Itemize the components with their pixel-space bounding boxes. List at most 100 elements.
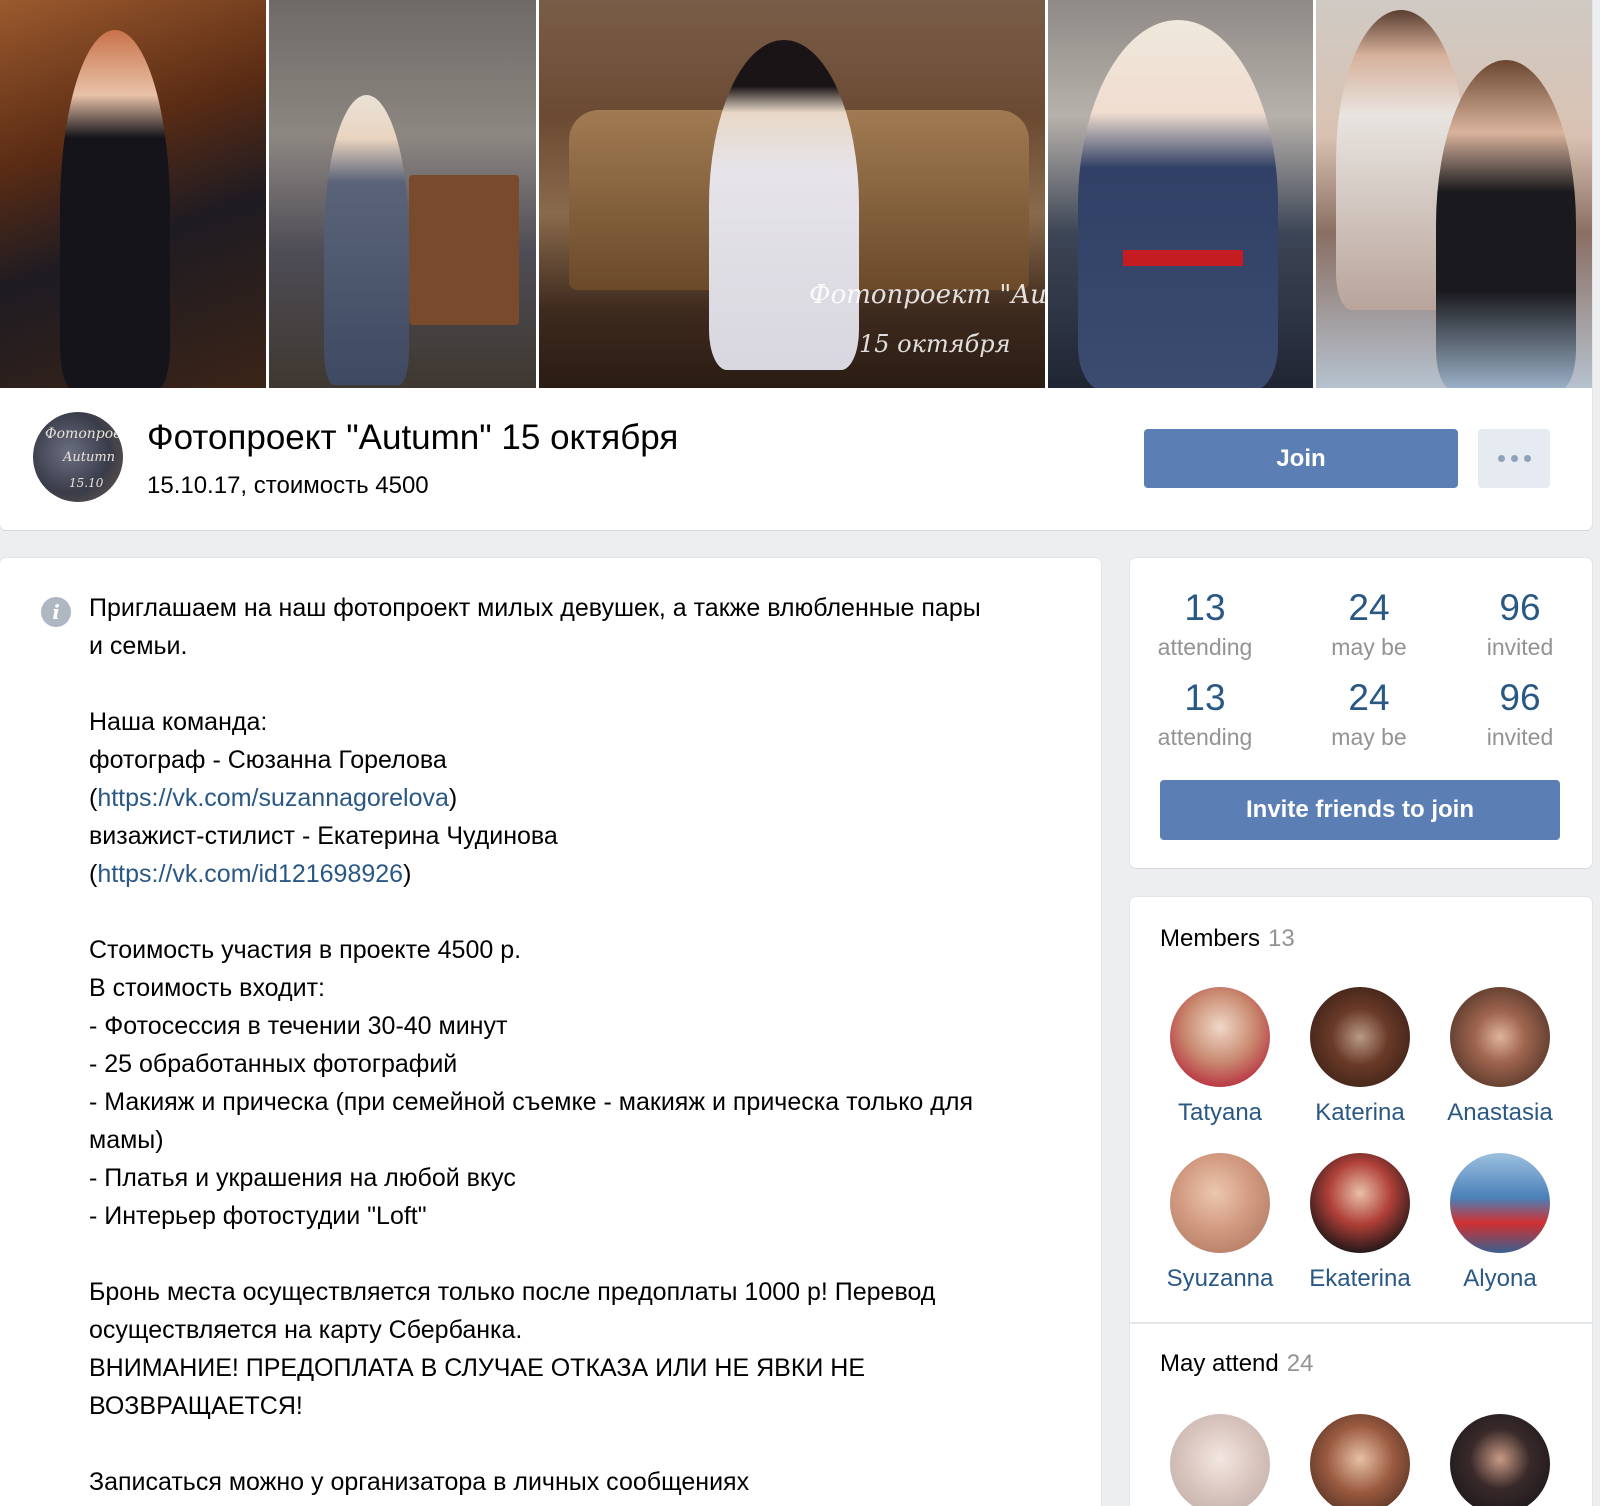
info-icon: i [41,597,71,627]
description-line: - Фотосессия в течении 30-40 минут [89,1012,508,1040]
member-item[interactable]: Syuzanna [1150,1153,1290,1293]
description-line: Стоимость участия в проекте 4500 р. [89,936,522,964]
description-line: В стоимость входит: [89,974,325,1002]
description-line: Записаться можно у организатора в личных… [89,1468,750,1496]
cover-photo [266,0,536,388]
description-line [89,665,1069,703]
may-attend-card: May attend 24 [1130,1323,1592,1506]
avatar-text: Фотопроект [45,426,123,442]
description-line: фотограф - Сюзанна Горелова [89,746,447,774]
stat-number: 13 [1184,587,1226,628]
description-line: - 25 обработанных фотографий [89,1050,458,1078]
photographer-link[interactable]: https://vk.com/suzannagorelova [97,784,449,812]
member-name: Alyona [1463,1265,1537,1292]
description-line: (https://vk.com/id121698926) [89,855,1069,893]
stat-number: 96 [1499,677,1541,718]
description-line: - Интерьер фотостудии "Loft" [89,1202,427,1230]
avatar [1450,987,1550,1087]
group-avatar[interactable]: Фотопроект Autumn 15.10 [33,412,123,502]
event-description: Приглашаем на наш фотопроект милых девуш… [89,589,1069,1501]
member-name: Anastasia [1447,1099,1553,1126]
member-name: Katerina [1315,1099,1405,1126]
description-line: ВОЗВРАЩАЕТСЯ! [89,1392,303,1420]
stat-number: 24 [1348,587,1390,628]
invite-friends-button[interactable]: Invite friends to join [1160,780,1560,840]
member-name: Syuzanna [1166,1265,1274,1292]
description-line: и семьи. [89,632,188,660]
member-item[interactable]: Anastasia [1430,987,1570,1127]
member-item[interactable]: Katerina [1290,987,1430,1127]
member-item[interactable] [1290,1414,1430,1506]
description-line: ВНИМАНИЕ! ПРЕДОПЛАТА В СЛУЧАЕ ОТКАЗА ИЛИ… [89,1354,866,1382]
description-line: (https://vk.com/suzannagorelova) [89,779,1069,817]
avatar [1450,1153,1550,1253]
stat-invited[interactable]: 96 invited [1445,586,1595,664]
paren: ) [403,860,412,888]
avatar-text: 15.10 [69,476,104,490]
members-header[interactable]: Members 13 [1160,925,1295,953]
dot-icon [1510,455,1518,462]
stat-label: invited [1486,634,1554,660]
cover-photo: Фотопроект "Autumn" 15 октября [536,0,1045,388]
page-title: Фотопроект "Autumn" 15 октября [147,418,679,457]
description-line: осуществляется на карту Сбербанка. [89,1316,523,1344]
stat-number: 96 [1499,587,1541,628]
cover-watermark-date: 15 октября [859,330,1011,358]
cover-photo [1045,0,1313,388]
description-line: Приглашаем на наш фотопроект милых девуш… [89,594,981,622]
cover-image[interactable]: Фотопроект "Autumn" 15 октября [0,0,1592,388]
member-item[interactable] [1430,1414,1570,1506]
avatar [1450,1414,1550,1506]
stat-attending[interactable]: 13 attending [1130,676,1280,754]
members-title: Members [1160,925,1261,952]
more-actions-button[interactable] [1478,429,1550,488]
avatar [1170,1414,1270,1506]
avatar [1170,1153,1270,1253]
description-line: - Платья и украшения на любой вкус [89,1164,516,1192]
stat-may-be[interactable]: 24 may be [1294,586,1444,664]
cover-photo [1313,0,1592,388]
avatar [1310,1153,1410,1253]
may-attend-title: May attend [1160,1350,1279,1377]
stat-invited[interactable]: 96 invited [1445,676,1595,754]
stat-label: attending [1157,724,1253,750]
stat-number: 13 [1184,677,1226,718]
description-line [89,893,1069,931]
stat-may-be[interactable]: 24 may be [1294,676,1444,754]
avatar [1170,987,1270,1087]
stat-label: may be [1331,634,1407,660]
members-card: Members 13 Tatyana Katerina Anastasia Syu… [1130,897,1592,1327]
avatar-text: Autumn [63,450,116,465]
paren: ) [448,784,458,812]
description-line: Наша команда: [89,708,268,736]
description-line: Бронь места осуществляется только после … [89,1278,936,1306]
cover-watermark: Фотопроект "Autumn" [809,280,1045,310]
description-line [89,1235,1069,1273]
attendance-stats-card: 13 attending 24 may be 96 invited 13 att… [1130,558,1592,868]
cover-photo [0,0,266,388]
event-header-card: Фотопроект "Autumn" 15 октября Фотопроек… [0,0,1592,530]
description-line: - Макияж и прическа (при семейной съемке… [89,1088,973,1116]
description-line [89,1425,1069,1463]
stylist-link[interactable]: https://vk.com/id121698926 [97,860,403,888]
avatar [1310,1414,1410,1506]
member-item[interactable]: Tatyana [1150,987,1290,1127]
may-attend-header[interactable]: May attend 24 [1160,1350,1313,1378]
member-name: Ekaterina [1309,1265,1411,1292]
members-count: 13 [1268,925,1295,952]
stat-attending[interactable]: 13 attending [1130,586,1280,664]
member-item[interactable]: Alyona [1430,1153,1570,1293]
join-button[interactable]: Join [1144,429,1458,488]
member-item[interactable]: Ekaterina [1290,1153,1430,1293]
member-name: Tatyana [1177,1099,1263,1126]
stat-label: attending [1157,634,1253,660]
member-item[interactable] [1150,1414,1290,1506]
dot-icon [1497,455,1505,462]
description-line: мамы) [89,1126,164,1154]
may-attend-count: 24 [1286,1350,1314,1377]
description-line: визажист-стилист - Екатерина Чудинова [89,822,558,850]
dot-icon [1523,455,1531,462]
page-subtitle: 15.10.17, стоимость 4500 [147,472,429,499]
stat-number: 24 [1348,677,1390,718]
stat-label: may be [1331,724,1407,750]
